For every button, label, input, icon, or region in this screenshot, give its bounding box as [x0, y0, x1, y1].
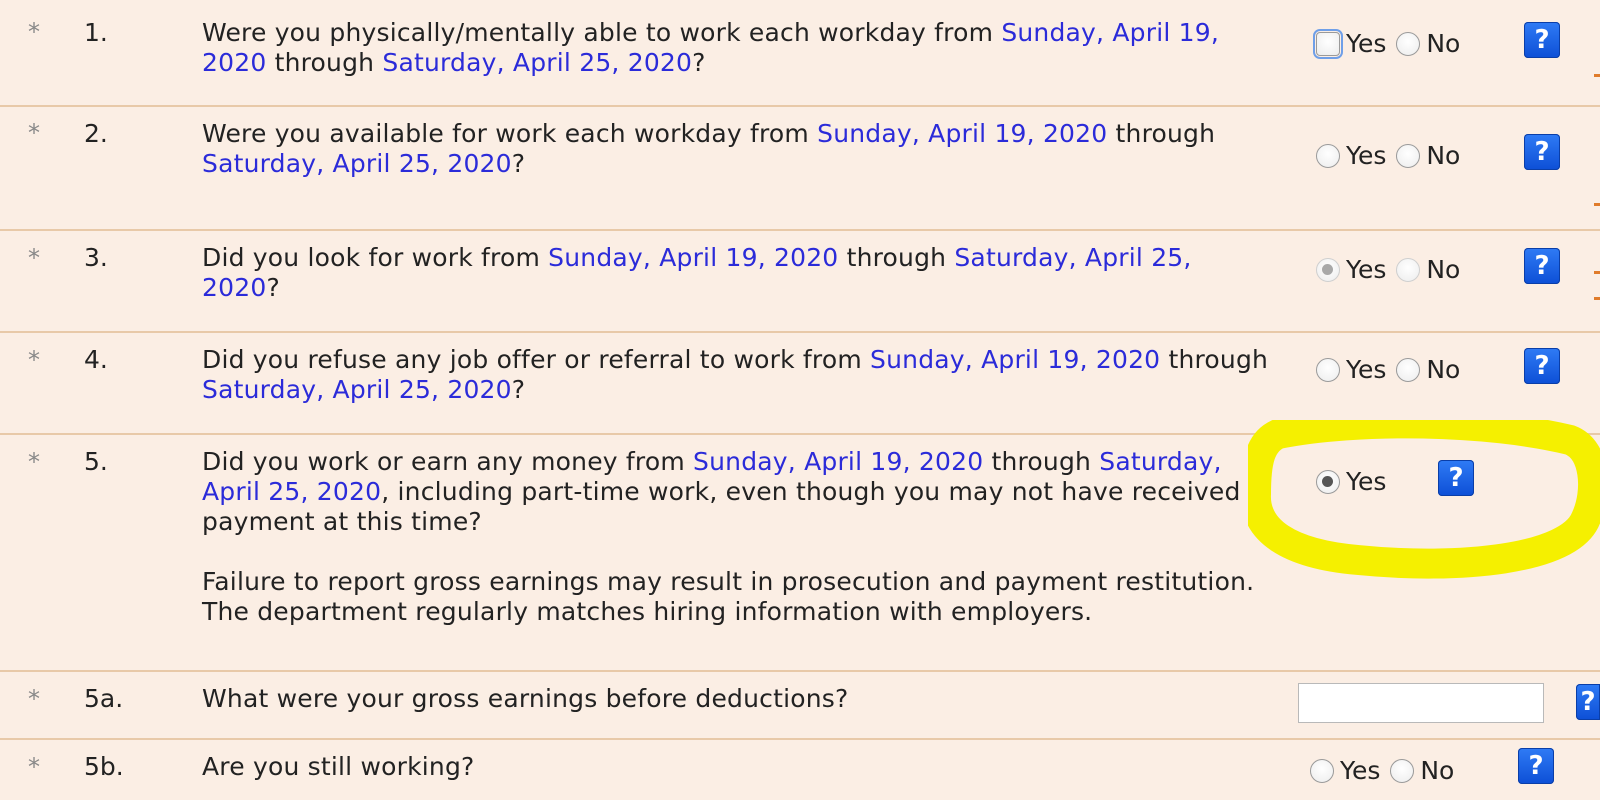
answer-group: Yes [1316, 467, 1396, 497]
question-number: 3. [84, 243, 108, 272]
required-asterisk-icon: * [28, 346, 40, 374]
yes-label[interactable]: Yes [1346, 255, 1386, 285]
question-text: Did you look for work from Sunday, April… [202, 243, 1192, 302]
yes-radio[interactable] [1313, 29, 1343, 59]
no-label[interactable]: No [1426, 355, 1460, 385]
answer-group: Yes No [1313, 29, 1470, 59]
no-label[interactable]: No [1426, 141, 1460, 171]
yes-radio[interactable] [1316, 258, 1340, 282]
answer-group: Yes No [1316, 141, 1470, 171]
question-row-4: * 4. Did you refuse any job offer or ref… [0, 333, 1600, 435]
no-label[interactable]: No [1426, 255, 1460, 285]
yes-radio[interactable] [1316, 470, 1340, 494]
question-number: 4. [84, 345, 108, 374]
answer-group: Yes No [1316, 355, 1470, 385]
gross-earnings-input[interactable] [1298, 683, 1544, 723]
yes-label[interactable]: Yes [1340, 756, 1380, 786]
help-icon[interactable]: ? [1524, 22, 1560, 58]
question-row-5b: * 5b. Are you still working? Yes No ? [0, 740, 1600, 800]
edge-marker [1594, 297, 1600, 300]
no-radio[interactable] [1390, 759, 1415, 783]
required-asterisk-icon: * [28, 119, 40, 147]
question-row-1: * 1. Were you physically/mentally able t… [0, 0, 1600, 107]
edge-marker [1594, 74, 1600, 77]
no-radio[interactable] [1396, 32, 1421, 56]
yes-radio[interactable] [1316, 144, 1340, 168]
question-number: 1. [84, 18, 108, 47]
yes-radio[interactable] [1310, 759, 1334, 783]
question-number: 5b. [84, 752, 124, 781]
question-row-3: * 3. Did you look for work from Sunday, … [0, 231, 1600, 333]
question-text: What were your gross earnings before ded… [202, 684, 849, 713]
question-text: Did you work or earn any money from Sund… [202, 447, 1272, 627]
required-asterisk-icon: * [28, 448, 40, 476]
edge-marker [1594, 203, 1600, 206]
question-row-2: * 2. Were you available for work each wo… [0, 107, 1600, 231]
help-icon[interactable]: ? [1576, 684, 1600, 720]
no-radio[interactable] [1396, 358, 1421, 382]
yes-radio[interactable] [1316, 358, 1340, 382]
yes-label[interactable]: Yes [1346, 355, 1386, 385]
question-text: Were you physically/mentally able to wor… [202, 18, 1219, 77]
required-asterisk-icon: * [28, 18, 40, 46]
help-icon[interactable]: ? [1524, 348, 1560, 384]
question-text: Were you available for work each workday… [202, 119, 1216, 178]
required-asterisk-icon: * [28, 244, 40, 272]
question-text: Did you refuse any job offer or referral… [202, 345, 1269, 404]
help-icon[interactable]: ? [1438, 460, 1474, 496]
yes-label[interactable]: Yes [1346, 467, 1386, 497]
edge-marker [1594, 271, 1600, 274]
question-number: 2. [84, 119, 108, 148]
earnings-warning: Failure to report gross earnings may res… [202, 567, 1255, 596]
matching-notice: The department regularly matches hiring … [202, 597, 1093, 626]
no-radio[interactable] [1396, 258, 1421, 282]
question-text: Are you still working? [202, 752, 475, 781]
yes-label[interactable]: Yes [1346, 141, 1386, 171]
no-label[interactable]: No [1420, 756, 1454, 786]
no-radio[interactable] [1396, 144, 1421, 168]
help-icon[interactable]: ? [1524, 134, 1560, 170]
answer-group: Yes No [1310, 756, 1464, 786]
question-row-5: * 5. Did you work or earn any money from… [0, 435, 1600, 672]
question-number: 5. [84, 447, 108, 476]
yes-label[interactable]: Yes [1346, 29, 1386, 59]
required-asterisk-icon: * [28, 753, 40, 781]
no-label[interactable]: No [1426, 29, 1460, 59]
question-number: 5a. [84, 684, 124, 713]
required-asterisk-icon: * [28, 685, 40, 713]
help-icon[interactable]: ? [1524, 248, 1560, 284]
help-icon[interactable]: ? [1518, 748, 1554, 784]
answer-group: Yes No [1316, 255, 1470, 285]
